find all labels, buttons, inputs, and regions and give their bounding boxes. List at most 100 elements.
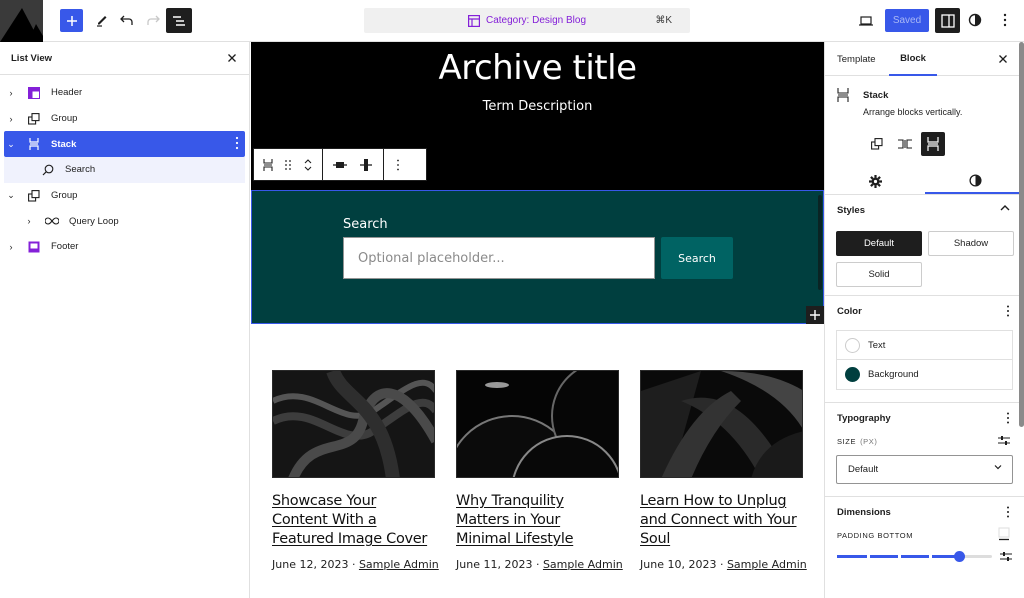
featured-image[interactable] (272, 370, 435, 478)
color-item-text[interactable]: Text (837, 331, 1012, 360)
device-preview-button[interactable] (857, 12, 875, 30)
slider-thumb[interactable] (954, 551, 965, 562)
typography-panel-title: Typography (837, 412, 891, 424)
color-options-button[interactable] (1006, 305, 1010, 317)
block-variations (865, 132, 945, 156)
post-date: June 11, 2023 (456, 558, 533, 571)
drag-handle[interactable] (278, 151, 298, 179)
list-item-query-loop[interactable]: › Query Loop (4, 208, 245, 234)
list-item-search[interactable]: Search (4, 157, 245, 183)
chevron-down-icon[interactable]: ⌄ (4, 190, 18, 201)
undo-button[interactable] (117, 10, 137, 30)
pen-icon (97, 16, 107, 27)
archive-title[interactable]: Archive title (251, 48, 824, 88)
inspector-subtabs (825, 168, 1024, 194)
block-appender-button[interactable] (806, 306, 824, 324)
chevron-down-icon[interactable]: ⌄ (4, 139, 18, 150)
laptop-icon (859, 16, 873, 26)
styles-panel-header[interactable]: Styles (825, 195, 1024, 225)
post-title-link[interactable]: Learn How to Unplug and Connect with You… (640, 492, 803, 549)
post-meta: June 10, 2023 · Sample Admin (640, 558, 807, 571)
archive-header-block[interactable]: Archive title Term Description (251, 42, 824, 190)
justify-stretch-button[interactable] (353, 151, 379, 179)
settings-gear-icon (868, 174, 882, 188)
chevron-right-icon[interactable]: › (4, 114, 18, 124)
style-option-default[interactable]: Default (836, 231, 922, 256)
editor-canvas: Archive title Term Description Search Op… (251, 42, 824, 598)
list-item-group[interactable]: ⌄ Group (4, 183, 245, 209)
variation-row-button[interactable] (893, 132, 917, 156)
inspector-scrollbar[interactable] (1019, 42, 1024, 427)
variation-group-button[interactable] (865, 132, 889, 156)
font-size-select[interactable]: Default (836, 455, 1013, 484)
style-option-solid[interactable]: Solid (836, 262, 922, 287)
options-button[interactable] (995, 10, 1015, 30)
dimensions-options-button[interactable] (1006, 506, 1010, 518)
block-options-button[interactable] (235, 136, 239, 150)
save-button[interactable]: Saved (885, 9, 929, 32)
color-item-label: Text (868, 339, 886, 351)
list-item-label: Search (65, 164, 96, 176)
chevron-up-icon[interactable] (1000, 204, 1010, 212)
featured-image[interactable] (640, 370, 803, 478)
styles-panel: Styles Default Shadow Solid (825, 194, 1024, 295)
post-author-link[interactable]: Sample Admin (359, 558, 439, 571)
move-up-down-icon (304, 158, 312, 171)
tools-button[interactable] (92, 10, 112, 30)
site-logo[interactable] (0, 0, 43, 42)
add-block-button[interactable] (60, 9, 83, 32)
redo-button[interactable] (143, 10, 163, 30)
dimensions-panel: Dimensions PADDING BOTTOM (825, 496, 1024, 569)
half-circle-icon (968, 13, 982, 27)
chevron-right-icon[interactable]: › (4, 242, 18, 252)
editor-header: Category: Design Blog ⌘K Saved (0, 0, 1024, 42)
loop-icon (44, 213, 60, 229)
list-item-header[interactable]: › Header (4, 80, 245, 106)
featured-image[interactable] (456, 370, 619, 478)
styles-button[interactable] (965, 10, 985, 30)
chevron-right-icon[interactable]: › (22, 216, 36, 226)
list-item-label: Header (51, 87, 83, 99)
tab-template[interactable]: Template (837, 42, 876, 76)
justify-center-button[interactable] (327, 151, 353, 179)
post-title-link[interactable]: Why Tranquility Matters in Your Minimal … (456, 492, 619, 549)
typography-panel: Typography SIZE (PX) Default (825, 402, 1024, 496)
move-up-down-button[interactable] (298, 151, 318, 179)
post-author-link[interactable]: Sample Admin (543, 558, 623, 571)
tab-settings[interactable] (825, 168, 925, 194)
block-type-button[interactable] (258, 151, 278, 179)
stack-block-selected[interactable]: Search Optional placeholder... Search (251, 190, 824, 324)
close-inspector-button[interactable] (996, 52, 1010, 66)
tab-block[interactable]: Block (889, 42, 937, 76)
variation-stack-button[interactable] (921, 132, 945, 156)
term-description[interactable]: Term Description (251, 99, 824, 114)
color-panel: Color Text Background (825, 295, 1024, 390)
list-item-stack[interactable]: ⌄ Stack (4, 131, 245, 158)
meta-separator: · (351, 558, 356, 571)
command-bar[interactable]: Category: Design Blog ⌘K (364, 8, 690, 33)
tab-styles[interactable] (925, 168, 1024, 194)
stack-icon (263, 158, 273, 171)
list-view-toggle[interactable] (166, 8, 192, 33)
post-title-link[interactable]: Showcase Your Content With a Featured Im… (272, 492, 435, 549)
close-list-view-button[interactable] (225, 51, 239, 65)
settings-toggle[interactable] (935, 8, 960, 33)
list-item-footer[interactable]: › Footer (4, 234, 245, 260)
search-input[interactable]: Optional placeholder... (343, 237, 655, 279)
typography-options-button[interactable] (1006, 412, 1010, 424)
post-author-link[interactable]: Sample Admin (727, 558, 807, 571)
color-item-background[interactable]: Background (837, 360, 1012, 389)
canvas-scrollbar[interactable] (818, 195, 822, 290)
style-option-shadow[interactable]: Shadow (928, 231, 1014, 256)
chevron-right-icon[interactable]: › (4, 88, 18, 98)
padding-bottom-slider[interactable] (837, 543, 1024, 569)
list-item-group[interactable]: › Group (4, 106, 245, 132)
styles-half-circle-icon (968, 173, 982, 187)
search-button[interactable]: Search (661, 237, 733, 279)
padding-side-icon[interactable] (998, 527, 1010, 541)
background-color-swatch (845, 367, 860, 382)
block-more-options-button[interactable] (388, 151, 408, 179)
styles-panel-title: Styles (837, 204, 865, 216)
custom-padding-toggle[interactable] (1000, 551, 1012, 562)
custom-size-toggle[interactable] (998, 435, 1010, 446)
